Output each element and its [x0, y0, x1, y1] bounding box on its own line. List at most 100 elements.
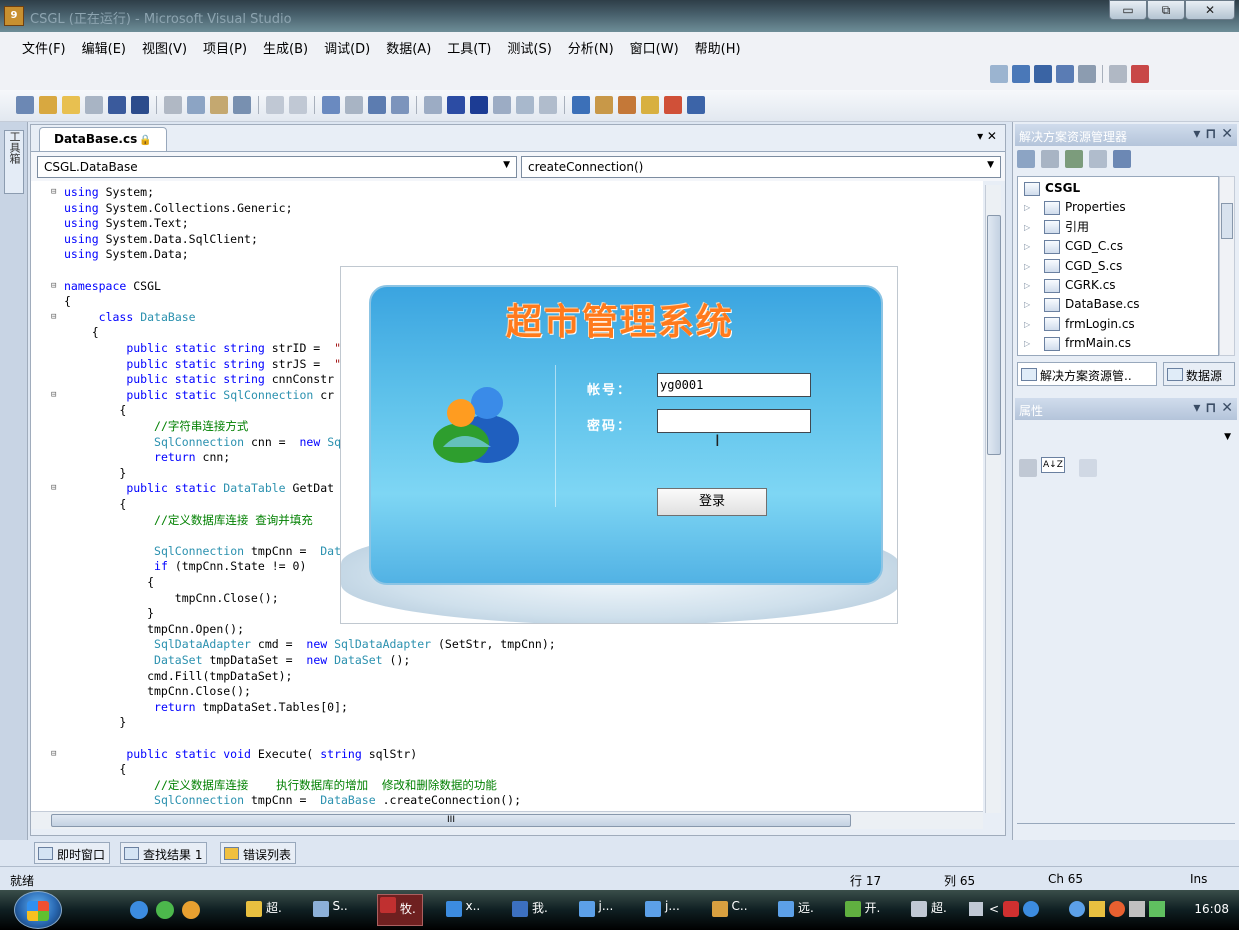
taskbar-task-button[interactable]: S..: [311, 899, 348, 921]
properties-icon[interactable]: [1017, 150, 1035, 168]
horizontal-scrollbar[interactable]: III: [31, 811, 983, 829]
grid-icon[interactable]: [1078, 65, 1096, 83]
categorized-icon[interactable]: [1019, 459, 1037, 477]
collapse-icon[interactable]: ⊟: [51, 388, 63, 404]
start-button[interactable]: [14, 891, 62, 929]
menu-window[interactable]: 窗口(W): [622, 32, 687, 60]
password-input[interactable]: [657, 409, 811, 433]
tray-app-icon[interactable]: [1003, 901, 1019, 917]
document-tab-database[interactable]: DataBase.cs 🔒: [39, 127, 167, 151]
menu-file[interactable]: 文件(F): [14, 32, 74, 60]
menu-help[interactable]: 帮助(H): [687, 32, 749, 60]
tree-item[interactable]: ▷ frmLogin.cs: [1024, 315, 1135, 334]
view-code-icon[interactable]: [1089, 150, 1107, 168]
tree-item[interactable]: ▷ Properties: [1024, 198, 1126, 217]
copy-icon[interactable]: [187, 96, 205, 114]
window-icon[interactable]: [1056, 65, 1074, 83]
class-combo[interactable]: CSGL.DataBase ▼: [37, 156, 517, 178]
tray-update-icon[interactable]: [1149, 901, 1165, 917]
open-folder-icon[interactable]: [62, 96, 80, 114]
menu-edit[interactable]: 编辑(E): [74, 32, 134, 60]
scroll-thumb[interactable]: [987, 215, 1001, 455]
menu-build[interactable]: 生成(B): [255, 32, 316, 60]
add-item-icon[interactable]: [39, 96, 57, 114]
tree-item[interactable]: CSGL: [1024, 179, 1080, 198]
tree-item[interactable]: ▷ CGD_C.cs: [1024, 237, 1123, 256]
refresh-icon[interactable]: [1065, 150, 1083, 168]
tab-solution-explorer[interactable]: 解决方案资源管..: [1017, 362, 1157, 386]
taskbar-task-button[interactable]: j...: [643, 899, 680, 921]
scroll-thumb[interactable]: [1221, 203, 1233, 239]
comment-icon[interactable]: [266, 96, 284, 114]
tab-controls[interactable]: ▾ ✕: [977, 129, 997, 143]
window-add-icon[interactable]: [1131, 65, 1149, 83]
expand-icon[interactable]: ▷: [1024, 276, 1030, 295]
tree-item[interactable]: ▷ DataBase.cs: [1024, 295, 1140, 314]
restore-button[interactable]: ⧉: [1147, 0, 1185, 20]
window-icon[interactable]: [1012, 65, 1030, 83]
redo-icon[interactable]: [345, 96, 363, 114]
undo-icon[interactable]: [322, 96, 340, 114]
menu-view[interactable]: 视图(V): [134, 32, 195, 60]
taskbar-task-button[interactable]: x..: [444, 899, 480, 921]
property-pages-icon[interactable]: [1079, 459, 1097, 477]
taskbar-task-button[interactable]: j...: [577, 899, 613, 921]
save-all-icon[interactable]: [131, 96, 149, 114]
window-icon[interactable]: [1034, 65, 1052, 83]
menu-test[interactable]: 测试(S): [499, 32, 559, 60]
collapse-icon[interactable]: ⊟: [51, 310, 63, 326]
check-icon[interactable]: [1109, 65, 1127, 83]
cut-icon[interactable]: [164, 96, 182, 114]
tray-messenger-icon[interactable]: [1069, 901, 1085, 917]
member-combo[interactable]: createConnection() ▼: [521, 156, 1001, 178]
step-out-icon[interactable]: [539, 96, 557, 114]
class-diagram-icon[interactable]: [1113, 150, 1131, 168]
pane-controls[interactable]: ▾ ⊓ ✕: [1193, 400, 1233, 416]
clock[interactable]: 16:08: [1194, 902, 1229, 916]
taskbar-task-button[interactable]: 牧.: [377, 894, 423, 926]
arrow-icon[interactable]: [990, 65, 1008, 83]
collapse-icon[interactable]: ⊟: [51, 747, 63, 763]
tree-item[interactable]: ▷ frmMain.cs: [1024, 334, 1131, 353]
taskbar-task-button[interactable]: 超.: [244, 899, 282, 921]
collapse-icon[interactable]: ⊟: [51, 481, 63, 497]
tree-item[interactable]: ▷ 引用: [1024, 218, 1089, 237]
tree-scrollbar[interactable]: [1219, 176, 1235, 356]
command-window-icon[interactable]: [687, 96, 705, 114]
expand-icon[interactable]: ▷: [1024, 237, 1030, 256]
browser-icon[interactable]: [156, 901, 174, 919]
tab-find-results[interactable]: 查找结果 1: [120, 842, 208, 864]
login-button[interactable]: 登录: [657, 488, 767, 516]
media-icon[interactable]: [182, 901, 200, 919]
tray-tool-icon[interactable]: [1129, 901, 1145, 917]
taskbar-task-button[interactable]: 开.: [843, 899, 880, 921]
tab-data-sources[interactable]: 数据源: [1163, 362, 1235, 386]
find-icon[interactable]: [233, 96, 251, 114]
minimize-button[interactable]: ▭: [1109, 0, 1147, 20]
taskbar-task-button[interactable]: C..: [710, 899, 748, 921]
expand-icon[interactable]: ▷: [1024, 334, 1030, 353]
keyboard-icon[interactable]: [969, 902, 983, 916]
scroll-thumb[interactable]: III: [51, 814, 851, 827]
tree-item[interactable]: ▷ CGRK.cs: [1024, 276, 1116, 295]
step-into-icon[interactable]: [493, 96, 511, 114]
solution-explorer-icon[interactable]: [572, 96, 590, 114]
tray-network-icon[interactable]: [1023, 901, 1039, 917]
step-over-icon[interactable]: [516, 96, 534, 114]
show-all-files-icon[interactable]: [1041, 150, 1059, 168]
taskbar-task-button[interactable]: 超.: [909, 899, 947, 921]
expand-icon[interactable]: ▷: [1024, 198, 1030, 217]
chevron-left-icon[interactable]: <: [989, 902, 999, 916]
save-icon[interactable]: [108, 96, 126, 114]
tree-item[interactable]: ▷ CGD_S.cs: [1024, 257, 1122, 276]
taskbar-task-button[interactable]: 远.: [776, 899, 814, 921]
paste-icon[interactable]: [210, 96, 228, 114]
add-file-icon[interactable]: [85, 96, 103, 114]
properties-object-combo[interactable]: ▼: [1017, 428, 1235, 452]
toolbox-icon[interactable]: [641, 96, 659, 114]
pause-icon[interactable]: [447, 96, 465, 114]
close-button[interactable]: ✕: [1185, 0, 1235, 20]
tab-immediate-window[interactable]: 即时窗口: [34, 842, 111, 864]
expand-icon[interactable]: ▷: [1024, 218, 1030, 237]
expand-icon[interactable]: ▷: [1024, 295, 1030, 314]
